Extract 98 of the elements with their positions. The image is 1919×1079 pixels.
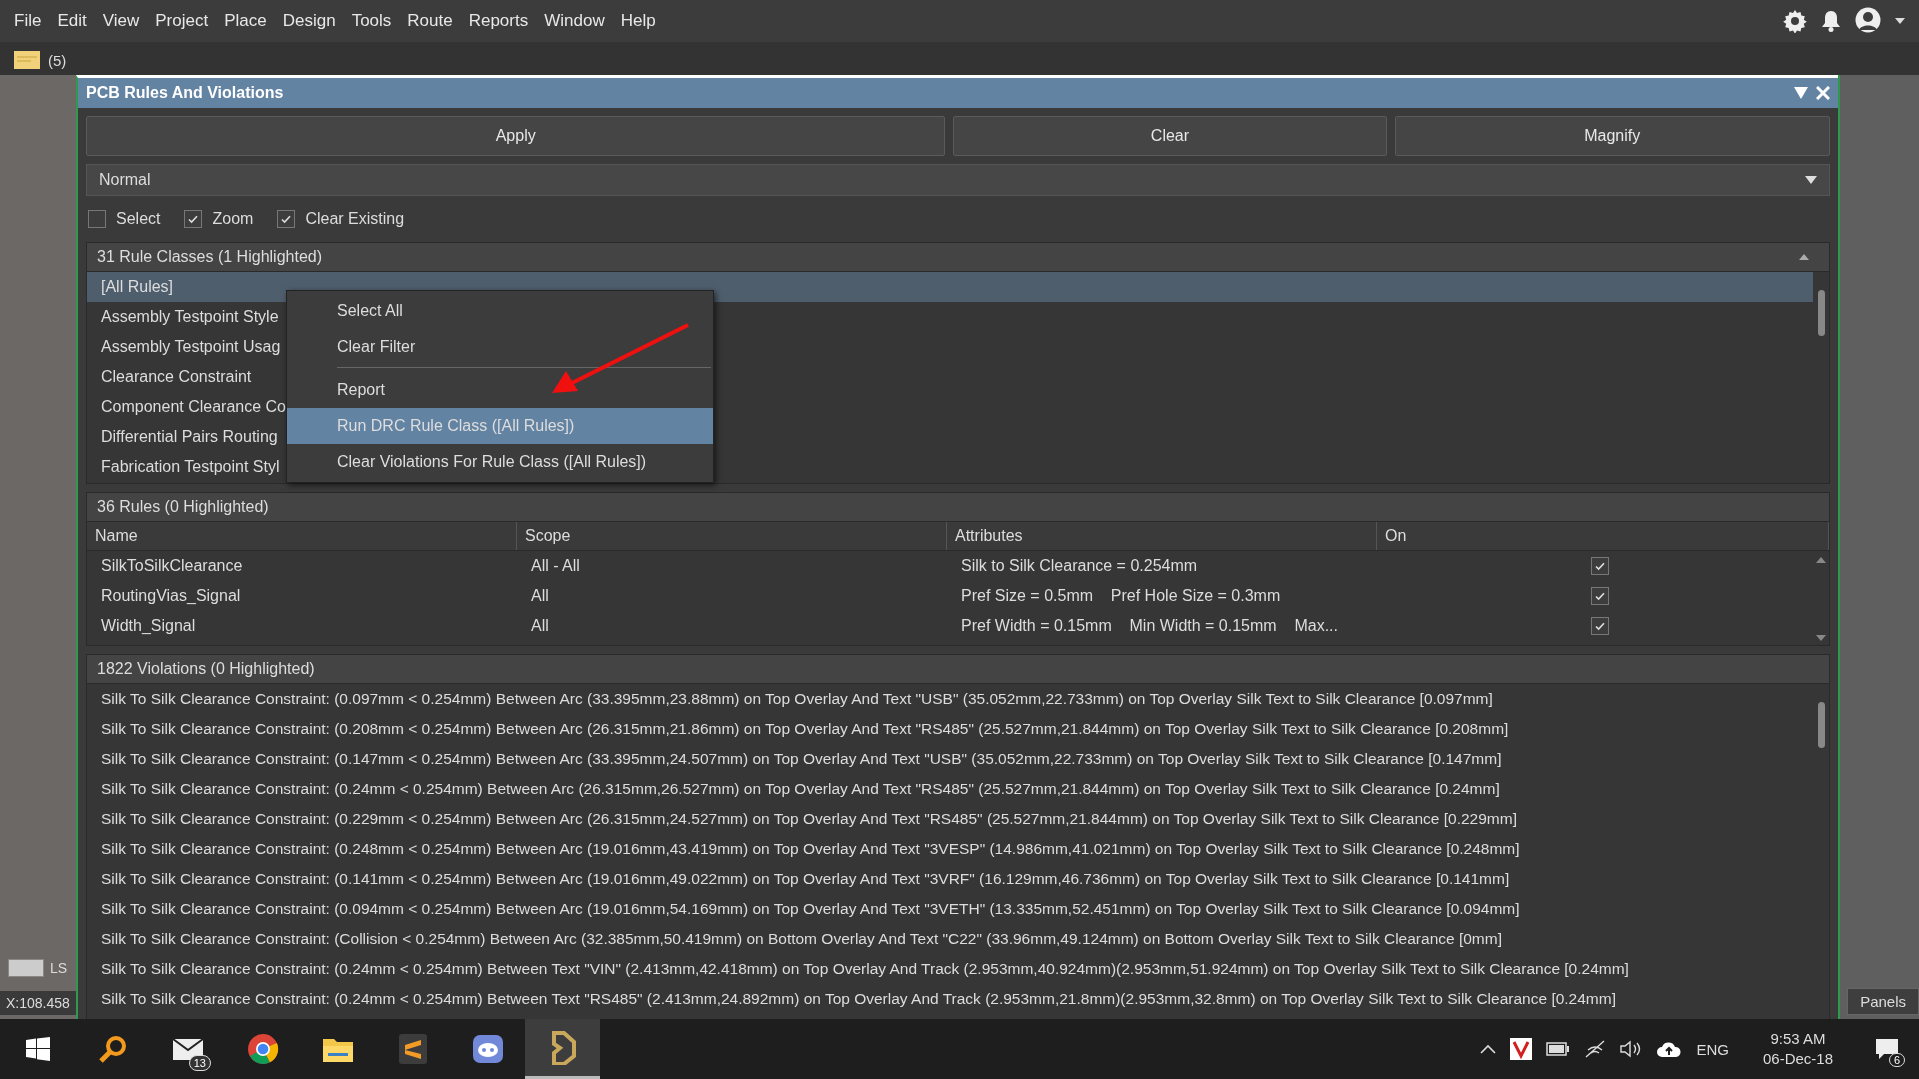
table-cell-text: All - All bbox=[530, 557, 580, 575]
menu-item[interactable]: Edit bbox=[49, 11, 95, 31]
violation-item[interactable]: Silk To Silk Clearance Constraint: (0.24mm < 0.254mm) Between Text "VIN" (2.413mm,42.418mm) on Top Overlay And Track (2.953mm,40.924mm)(2.953mm,51.924mm) on Top Overlay Silk Text to Silk Clearance [0.24mm] bbox=[87, 954, 1813, 984]
checkbox-label: Select bbox=[116, 210, 161, 228]
document-tab[interactable]: (5) bbox=[14, 51, 77, 75]
rule-class-item[interactable]: Fabrication Testpoint Styl bbox=[101, 458, 280, 476]
rule-class-item[interactable]: Component Clearance Co bbox=[101, 398, 286, 416]
checkbox-label: Clear Existing bbox=[305, 210, 405, 228]
table-cell-text: All bbox=[530, 587, 549, 605]
menu-item[interactable]: Tools bbox=[343, 11, 400, 31]
scroll-up-icon[interactable] bbox=[1816, 557, 1826, 563]
editor-icon bbox=[397, 1033, 428, 1065]
table-cell-text: Pref Width = 0.15mm Min Width = 0.15mm Max... bbox=[960, 617, 1338, 635]
menu-item[interactable]: Reports bbox=[460, 11, 537, 31]
menu-item[interactable]: Clear Filter bbox=[287, 329, 713, 365]
violation-item[interactable]: Silk To Silk Clearance Constraint: (0.094mm < 0.254mm) Between Arc (19.016mm,54.169mm) on Top Overlay And Text "3VETH" (13.335mm,52.451mm) on Top Overlay Silk Text to Silk Clearance [0.094mm] bbox=[87, 894, 1813, 924]
checkmark-icon bbox=[187, 213, 200, 225]
rule-class-item[interactable]: Clearance Constraint bbox=[101, 368, 252, 386]
menu-item[interactable]: File bbox=[6, 11, 50, 31]
violation-item[interactable]: Silk To Silk Clearance Constraint: (Collision < 0.254mm) Between Arc (32.385mm,50.419mm) on Bottom Overlay And Text "C22" (33.96mm,49.124mm) on Bottom Overlay Silk Text to Silk Clearance [0mm] bbox=[87, 924, 1813, 954]
violation-item[interactable]: Silk To Silk Clearance Constraint: (0.229mm < 0.254mm) Between Arc (26.315mm,24.527mm) on Top Overlay And Text "RS485" (25.527mm,21.844mm) on Top Overlay Silk Text to Silk Clearance [0.229mm] bbox=[87, 804, 1813, 834]
layer-swatch[interactable] bbox=[8, 959, 44, 977]
panel-button[interactable]: Clear bbox=[953, 116, 1387, 156]
checkbox[interactable] bbox=[184, 210, 203, 228]
panel-title: PCB Rules And Violations bbox=[86, 84, 284, 102]
violation-item[interactable]: Silk To Silk Clearance Constraint: (0.208mm < 0.254mm) Between Arc (26.315mm,21.86mm) on Top Overlay And Text "RS485" (25.527mm,21.844mm) on Top Overlay Silk Text to Silk Clearance [0.208mm] bbox=[87, 714, 1813, 744]
column-header[interactable]: On bbox=[1377, 522, 1829, 550]
menu-item[interactable]: Help bbox=[612, 11, 664, 31]
section-header: 31 Rule Classes (1 Highlighted) bbox=[97, 248, 322, 266]
violation-item[interactable]: Silk To Silk Clearance Constraint: (0.147mm < 0.254mm) Between Arc (33.395mm,24.507mm) on Top Overlay And Text "USB" (35.052mm,22.733mm) on Top Overlay Silk Text to Silk Clearance [0.147mm] bbox=[87, 744, 1813, 774]
checkmark-icon bbox=[280, 213, 293, 225]
rule-class-item[interactable]: Assembly Testpoint Style bbox=[101, 308, 279, 326]
violation-item[interactable]: Silk To Silk Clearance Constraint: (0.248mm < 0.254mm) Between Arc (19.016mm,43.419mm) on Top Overlay And Text "3VESP" (14.986mm,41.021mm) on Top Overlay Silk Text to Silk Clearance [0.248mm] bbox=[87, 834, 1813, 864]
notification-badge: 6 bbox=[1888, 1053, 1905, 1067]
caret-icon bbox=[1805, 176, 1817, 184]
table-cell-text: Silk to Silk Clearance = 0.254mm bbox=[960, 557, 1198, 575]
menu-item[interactable]: Design bbox=[274, 11, 344, 31]
menu-item[interactable]: Project bbox=[147, 11, 217, 31]
browser-icon bbox=[246, 1033, 279, 1065]
unread-badge: 13 bbox=[188, 1055, 211, 1071]
menu-item[interactable]: Clear Violations For Rule Class ([All Rules]) bbox=[287, 444, 713, 480]
speaker-icon[interactable] bbox=[1620, 1040, 1643, 1058]
battery-icon[interactable] bbox=[1546, 1042, 1571, 1056]
violation-item[interactable]: Silk To Silk Clearance Constraint: (0.141mm < 0.254mm) Between Arc (19.016mm,49.022mm) on Top Overlay And Text "3VRF" (16.129mm,46.736mm) on Top Overlay Silk Text to Silk Clearance [0.141mm] bbox=[87, 864, 1813, 894]
search-icon[interactable] bbox=[97, 1034, 128, 1064]
rule-class-item[interactable]: [All Rules] bbox=[101, 278, 174, 296]
column-header[interactable]: Attributes bbox=[947, 522, 1377, 550]
scroll-down-icon[interactable] bbox=[1816, 635, 1826, 641]
checkbox[interactable] bbox=[88, 210, 106, 228]
settings-icon[interactable] bbox=[1783, 9, 1807, 33]
table-cell-text: All bbox=[530, 617, 549, 635]
panel-button[interactable]: Apply bbox=[86, 116, 946, 156]
table-cell-text: SilkToSilkClearance bbox=[100, 557, 243, 575]
checkbox[interactable] bbox=[1591, 617, 1609, 635]
violation-item[interactable]: Silk To Silk Clearance Constraint: (0.24mm < 0.254mm) Between Arc (26.315mm,26.527mm) on Top Overlay And Text "RS485" (25.527mm,21.844mm) on Top Overlay Silk Text to Silk Clearance [0.24mm] bbox=[87, 774, 1813, 804]
panels-button[interactable]: Panels bbox=[1847, 988, 1919, 1015]
section-header: 1822 Violations (0 Highlighted) bbox=[97, 660, 315, 678]
table-cell-text: Pref Size = 0.5mm Pref Hole Size = 0.3mm bbox=[960, 587, 1281, 605]
menu-item[interactable]: Route bbox=[399, 11, 461, 31]
violation-item[interactable]: Silk To Silk Clearance Constraint: (0.097mm < 0.254mm) Between Arc (33.395mm,23.88mm) on Top Overlay And Text "USB" (35.052mm,22.733mm) on Top Overlay Silk Text to Silk Clearance [0.097mm] bbox=[87, 684, 1813, 714]
bell-icon[interactable] bbox=[1821, 10, 1841, 32]
document-icon bbox=[14, 51, 40, 69]
tray-app-icon[interactable] bbox=[1510, 1038, 1533, 1060]
column-header[interactable]: Scope bbox=[517, 522, 947, 550]
section-header: 36 Rules (0 Highlighted) bbox=[97, 498, 269, 516]
windows-start-icon[interactable] bbox=[25, 1037, 50, 1061]
collapse-icon[interactable] bbox=[1799, 254, 1809, 260]
chat-icon bbox=[471, 1034, 504, 1064]
dropdown-icon[interactable] bbox=[1794, 87, 1808, 99]
tab-label: (5) bbox=[48, 51, 67, 69]
menu-item[interactable]: Window bbox=[536, 11, 613, 31]
caret-icon[interactable] bbox=[1895, 18, 1905, 24]
cloud-upload-icon[interactable] bbox=[1656, 1040, 1683, 1058]
menu-item[interactable]: Report bbox=[287, 372, 713, 408]
table-cell-text: Width_Signal bbox=[100, 617, 196, 635]
menu-item[interactable]: Place bbox=[216, 11, 275, 31]
clock[interactable]: 9:53 AM 06-Dec-18 bbox=[1762, 1029, 1833, 1069]
checkmark-icon bbox=[1594, 590, 1606, 602]
checkmark-icon bbox=[1594, 620, 1606, 632]
checkbox[interactable] bbox=[277, 210, 296, 228]
chevron-up-icon[interactable] bbox=[1480, 1044, 1497, 1054]
layer-label: LS bbox=[50, 960, 68, 976]
language-indicator[interactable]: ENG bbox=[1696, 1040, 1729, 1058]
column-header[interactable]: Name bbox=[87, 522, 517, 550]
user-icon[interactable] bbox=[1855, 7, 1881, 35]
menu-item[interactable]: View bbox=[94, 11, 148, 31]
checkbox[interactable] bbox=[1591, 557, 1609, 575]
menu-item[interactable]: Select All bbox=[287, 293, 713, 329]
rule-class-item[interactable]: Differential Pairs Routing bbox=[101, 428, 278, 446]
checkbox[interactable] bbox=[1591, 587, 1609, 605]
pcb-app-icon bbox=[549, 1030, 576, 1065]
checkbox-label: Zoom bbox=[212, 210, 254, 228]
panel-button[interactable]: Magnify bbox=[1394, 116, 1830, 156]
mode-dropdown[interactable]: Normal bbox=[86, 164, 1830, 196]
checkmark-icon bbox=[1594, 560, 1606, 572]
table-cell-text: RoutingVias_Signal bbox=[100, 587, 241, 605]
rule-class-item[interactable]: Assembly Testpoint Usag bbox=[101, 338, 281, 356]
close-icon[interactable] bbox=[1816, 86, 1830, 100]
